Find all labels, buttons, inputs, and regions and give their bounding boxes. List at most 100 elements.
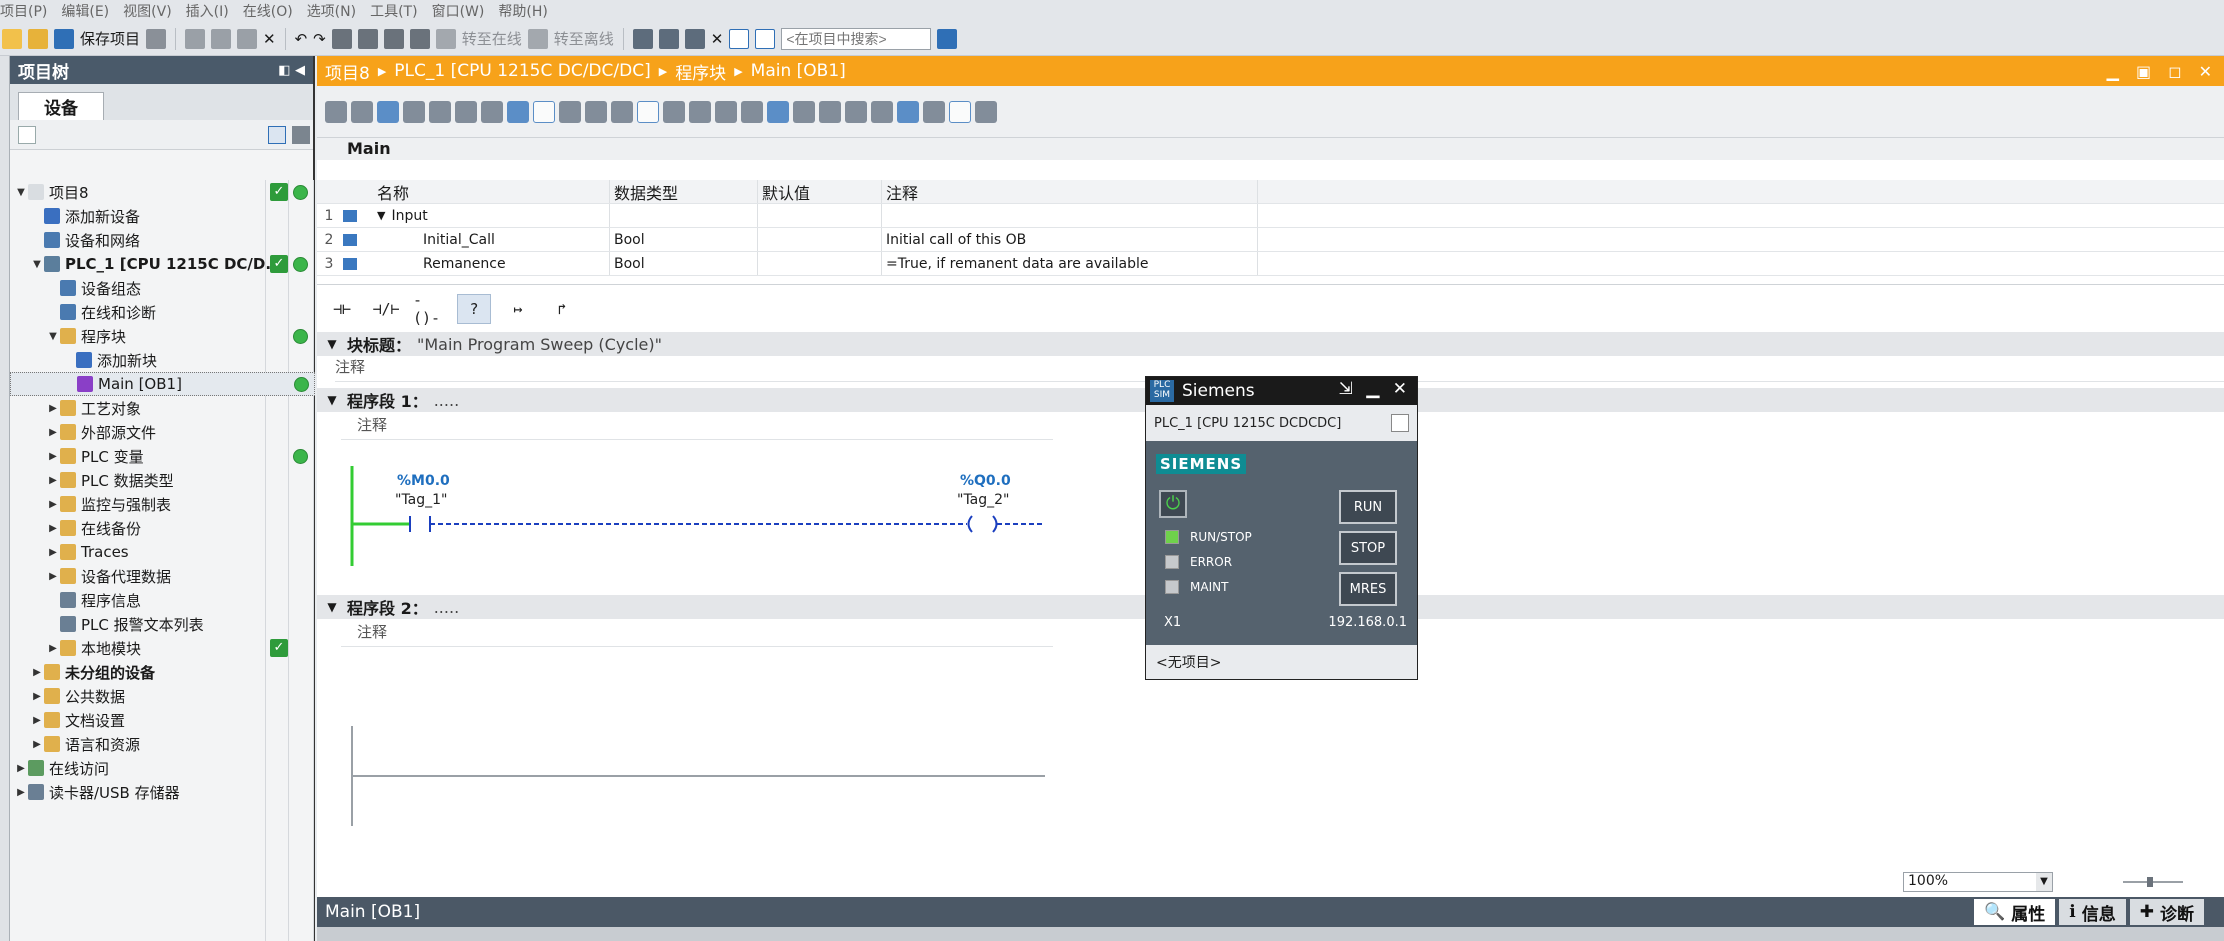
update-calls-icon[interactable] <box>767 100 789 123</box>
tree-item[interactable]: ▶ 工艺对象 <box>10 396 315 420</box>
tree-item[interactable]: 程序信息 <box>10 588 315 612</box>
tab-properties[interactable]: 🔍 属性 <box>1974 899 2056 925</box>
search-icon[interactable] <box>937 28 958 49</box>
menu-item[interactable]: 选项(N) <box>307 1 370 21</box>
collapsed-arrow-icon[interactable]: ▶ <box>14 787 28 798</box>
output-coil-icon[interactable]: -()- <box>413 291 447 327</box>
split-editor-icon[interactable] <box>684 28 705 49</box>
cross-reference-icon[interactable] <box>658 28 679 49</box>
tag-info-icon[interactable] <box>559 100 581 123</box>
network-comments-icon[interactable] <box>533 100 555 123</box>
block-title-bar[interactable]: ▼ 块标题： "Main Program Sweep (Cycle)" <box>317 332 2224 356</box>
tab-devices[interactable]: 设备 <box>18 92 104 120</box>
tree-item[interactable]: 设备和网络 <box>10 228 315 252</box>
coil-address[interactable]: %Q0.0 <box>960 473 1011 489</box>
close-branch-icon[interactable]: ↱ <box>545 294 579 324</box>
compile-icon[interactable] <box>331 28 352 49</box>
tree-item[interactable]: 在线和诊断 <box>10 300 315 324</box>
tab-diagnostics[interactable]: ✚ 诊断 <box>2129 899 2204 925</box>
tree-item[interactable]: ▶ 读卡器/USB 存储器 <box>10 780 315 804</box>
collapsed-arrow-icon[interactable]: ▶ <box>46 451 60 462</box>
tree-item[interactable]: ▶ 未分组的设备 <box>10 660 315 684</box>
tree-item[interactable]: ▶ 监控与强制表 <box>10 492 315 516</box>
run-button[interactable]: RUN <box>1339 490 1397 524</box>
copy-icon[interactable] <box>211 28 232 49</box>
tree-item[interactable]: ▶ PLC 数据类型 <box>10 468 315 492</box>
menu-item[interactable]: 视图(V) <box>123 1 186 21</box>
menu-item[interactable]: 编辑(E) <box>61 1 123 21</box>
param-default[interactable] <box>757 204 881 227</box>
go-offline-icon[interactable] <box>527 28 548 49</box>
split-vertical-icon[interactable] <box>755 28 776 49</box>
power-icon[interactable]: ⏻ <box>1159 490 1187 518</box>
insert-network-icon[interactable] <box>325 100 347 123</box>
param-default[interactable] <box>757 252 881 275</box>
collapsed-arrow-icon[interactable]: ▶ <box>46 571 60 582</box>
collapsed-arrow-icon[interactable]: ▶ <box>46 547 60 558</box>
instruction-icon[interactable] <box>507 100 529 123</box>
new-item-icon[interactable] <box>18 126 36 144</box>
network-2-ladder[interactable] <box>317 666 1077 826</box>
last-network-icon[interactable] <box>897 100 919 123</box>
zoom-select[interactable]: 100% ▼ <box>1903 872 2053 892</box>
breadcrumb-item[interactable]: 程序块 <box>675 59 726 84</box>
save-icon[interactable] <box>54 28 74 49</box>
save-project-button[interactable]: 保存项目 <box>80 28 140 49</box>
delete-icon[interactable]: ✕ <box>263 30 276 48</box>
menu-item[interactable]: 项目(P) <box>0 1 61 21</box>
plcsim-window-controls[interactable]: ⇲ ▁ ✕ <box>1339 379 1411 399</box>
param-comment[interactable]: =True, if remanent data are available <box>881 252 1257 275</box>
column-header-name[interactable]: 名称 <box>377 180 609 204</box>
collapsed-arrow-icon[interactable]: ▶ <box>46 427 60 438</box>
collapsed-arrow-icon[interactable]: ▶ <box>46 523 60 534</box>
collapse-icon[interactable]: ▼ <box>317 337 347 351</box>
highlight-icon[interactable] <box>663 100 685 123</box>
column-header[interactable]: 默认值 <box>757 180 881 203</box>
chevron-down-icon[interactable]: ▼ <box>2036 873 2052 891</box>
collapsed-arrow-icon[interactable]: ▶ <box>46 475 60 486</box>
normally-open-contact-icon[interactable]: ⊣⊢ <box>325 294 359 324</box>
collapsed-arrow-icon[interactable]: ▶ <box>30 667 44 678</box>
redo-icon[interactable]: ↷ <box>313 30 326 48</box>
tree-item[interactable]: ▶ Traces <box>10 540 315 564</box>
tree-item[interactable]: PLC 报警文本列表 <box>10 612 315 636</box>
collapsed-arrow-icon[interactable]: ▶ <box>30 715 44 726</box>
tree-item[interactable]: ▼ 项目8 ✓ <box>10 180 315 204</box>
tree-item[interactable]: Main [OB1] <box>10 372 315 396</box>
network-2-comment[interactable]: 注释 <box>341 621 1053 647</box>
normally-closed-contact-icon[interactable]: ⊣/⊢ <box>369 294 403 324</box>
plcsim-titlebar[interactable]: PLC SIM Siemens ⇲ ▁ ✕ <box>1146 377 1417 405</box>
expanded-arrow-icon[interactable]: ▼ <box>30 259 44 270</box>
param-type[interactable] <box>609 204 757 227</box>
collapsed-arrow-icon[interactable]: ▶ <box>46 499 60 510</box>
previous-error-icon[interactable] <box>715 100 737 123</box>
tab-info[interactable]: ℹ 信息 <box>2059 899 2126 925</box>
upload-icon[interactable] <box>383 28 404 49</box>
insert-row-icon[interactable] <box>377 100 399 123</box>
breadcrumb-item[interactable]: 项目8 <box>325 59 370 84</box>
tree-options-icon[interactable] <box>292 126 310 144</box>
monitor-icon[interactable] <box>793 100 815 123</box>
interface-row[interactable]: 3 Remanence Bool =True, if remanent data ar… <box>317 252 2224 276</box>
first-network-icon[interactable] <box>819 100 841 123</box>
tree-item[interactable]: ▶ 外部源文件 <box>10 420 315 444</box>
load-snapshot-icon[interactable] <box>975 100 997 123</box>
mres-button[interactable]: MRES <box>1339 572 1397 606</box>
collapsed-arrow-icon[interactable]: ▶ <box>30 739 44 750</box>
tree-item[interactable]: ▶ 语言和资源 <box>10 732 315 756</box>
split-horizontal-icon[interactable] <box>729 28 750 49</box>
next-error-icon[interactable] <box>741 100 763 123</box>
open-branch-icon[interactable]: ↦ <box>501 294 535 324</box>
plcsim-window[interactable]: PLC SIM Siemens ⇲ ▁ ✕ PLC_1 [CPU 1215C D… <box>1145 376 1418 680</box>
menu-item[interactable]: 工具(T) <box>370 1 431 21</box>
menu-item[interactable]: 插入(I) <box>186 1 243 21</box>
monitoring-on-icon[interactable] <box>923 100 945 123</box>
open-project-icon[interactable] <box>28 28 48 49</box>
block-title-value[interactable]: "Main Program Sweep (Cycle)" <box>417 335 662 354</box>
collapsed-arrow-icon[interactable]: ▶ <box>14 763 28 774</box>
tree-item[interactable]: ▼ 程序块 <box>10 324 315 348</box>
undo-icon[interactable]: ↶ <box>295 30 308 48</box>
expanded-arrow-icon[interactable]: ▼ <box>14 187 28 198</box>
breadcrumb-item[interactable]: PLC_1 [CPU 1215C DC/DC/DC] <box>394 61 650 81</box>
network-1-comment[interactable]: 注释 <box>341 414 1053 440</box>
